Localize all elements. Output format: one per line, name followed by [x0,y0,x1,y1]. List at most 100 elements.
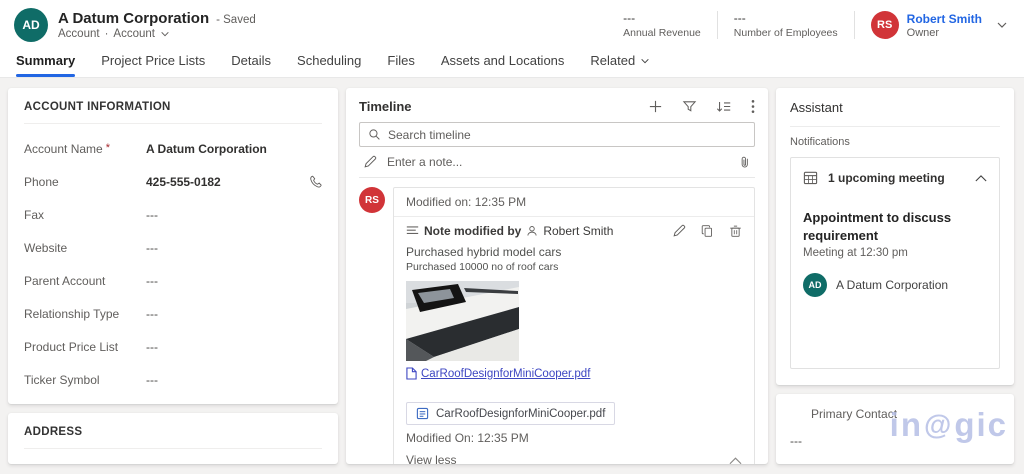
header-field-number-of-employees[interactable]: --- Number of Employees [718,11,855,39]
field-value[interactable]: A Datum Corporation [146,142,267,156]
divider [24,123,322,124]
filter-button[interactable] [682,99,697,114]
owner-role-label: Owner [906,26,940,39]
owner-avatar: RS [870,11,899,39]
field-label: Fax [24,207,45,222]
chevron-down-icon [641,58,649,63]
field-account-name: Account Name * A Datum Corporation [24,132,322,165]
form-selector[interactable]: Account [113,28,155,40]
header-expand-chevron-icon[interactable] [996,19,1008,31]
header-field-annual-revenue[interactable]: --- Annual Revenue [607,11,718,39]
address-section: ADDRESS [8,413,338,464]
field-value[interactable]: --- [146,208,158,222]
add-record-button[interactable] [648,99,663,114]
chevron-up-icon [729,456,742,464]
timeline-title: Timeline [359,99,412,114]
note-icon [406,226,419,234]
watermark-text: in [889,406,923,443]
copy-note-icon[interactable] [701,224,714,238]
sort-records-icon [716,102,731,112]
edit-note-icon[interactable] [672,224,686,238]
note-author-name[interactable]: Robert Smith [543,224,613,238]
account-information-section: ACCOUNT INFORMATION Account Name * A Dat… [8,88,338,404]
note-file-link[interactable]: CarRoofDesignforMiniCooper.pdf [421,368,590,380]
note-header-text: Note modified by [424,224,522,238]
field-value[interactable]: --- [146,274,158,288]
account-avatar: AD [14,8,48,42]
form-body: ACCOUNT INFORMATION Account Name * A Dat… [0,78,1024,474]
tab-summary[interactable]: Summary [16,53,76,77]
entity-type-label: Account [58,28,100,40]
employees-label: Number of Employees [733,27,838,39]
attachment-chip[interactable]: CarRoofDesignforMiniCooper.pdf [406,402,616,425]
note-modified-on: Modified on: 12:35 PM [394,188,754,217]
record-header: AD A Datum Corporation - Saved Account ·… [0,0,1024,46]
field-label: Ticker Symbol [24,372,100,387]
more-commands-button[interactable] [751,99,755,114]
field-label: Account Name [24,141,103,156]
view-less-control[interactable]: View less [406,453,742,464]
note-body-line2: Purchased 10000 no of roof cars [406,261,559,273]
employees-value: --- [733,11,746,25]
enter-note-field[interactable]: Enter a note... [359,147,755,178]
field-value[interactable]: --- [146,340,158,354]
tab-project-price-lists[interactable]: Project Price Lists [101,53,205,77]
field-relationship-type: Relationship Type --- [24,297,322,330]
field-value[interactable]: --- [146,241,158,255]
search-timeline-input[interactable] [359,122,755,147]
field-fax: Fax --- [24,198,322,231]
field-label: Parent Account [24,273,106,288]
field-label: Product Price List [24,339,119,354]
note-footer-modified-on: Modified On: 12:35 PM [406,431,529,445]
notification-account-name: A Datum Corporation [836,278,949,293]
field-website: Website --- [24,231,322,264]
tab-related[interactable]: Related [590,53,650,77]
chevron-up-icon[interactable] [975,174,987,182]
note-body-line1: Purchased hybrid model cars [406,245,562,259]
notification-subtitle: Meeting at 12:30 pm [803,247,908,260]
annual-revenue-label: Annual Revenue [623,27,701,39]
required-mark: * [105,141,110,154]
breadcrumb-separator: · [104,28,109,40]
field-value[interactable]: 425-555-0182 [146,175,221,189]
notification-card: 1 upcoming meeting Appointment to discus… [790,157,1000,369]
owner-field[interactable]: RS Robert Smith Owner [855,11,982,39]
field-product-price-list: Product Price List --- [24,330,322,363]
phone-icon[interactable] [309,175,322,188]
notification-account-row[interactable]: AD A Datum Corporation [803,273,987,298]
vertical-ellipsis-icon [751,100,755,113]
divider [24,448,322,449]
field-label: Phone [24,174,59,189]
section-title: ADDRESS [24,426,83,438]
field-phone: Phone 425-555-0182 [24,165,322,198]
owner-name-link[interactable]: Robert Smith [907,12,982,26]
inogic-watermark: in @ gic [890,406,1008,444]
car-roof-image[interactable] [406,281,519,361]
field-value[interactable]: --- [146,307,158,321]
tab-scheduling[interactable]: Scheduling [297,53,361,77]
filter-icon [682,101,697,112]
field-value[interactable]: --- [146,373,158,387]
field-parent-account: Parent Account --- [24,264,322,297]
section-title: ACCOUNT INFORMATION [24,101,171,113]
notifications-label: Notifications [790,136,850,148]
tab-files[interactable]: Files [387,53,414,77]
plus-icon [649,100,662,113]
pdf-attachment-icon [416,407,429,420]
notification-title[interactable]: Appointment to discuss requirement [803,209,953,244]
expand-collapse-records-button[interactable] [716,99,732,114]
assistant-title: Assistant [790,100,843,115]
tab-details[interactable]: Details [231,53,271,77]
pencil-icon [364,155,377,168]
delete-note-icon[interactable] [729,224,742,238]
watermark-at-glyph: @ [924,409,954,440]
paperclip-icon[interactable] [738,155,751,169]
field-label: Website [24,240,68,255]
page-title: A Datum Corporation [58,10,210,27]
enter-note-placeholder: Enter a note... [387,155,463,169]
chevron-down-icon[interactable] [160,29,170,39]
tab-assets-and-locations[interactable]: Assets and Locations [441,53,565,77]
assistant-section: Assistant Notifications 1 upcoming meeti… [776,88,1014,385]
form-tab-bar: Summary Project Price Lists Details Sche… [0,46,1024,78]
tab-related-label: Related [590,53,636,68]
